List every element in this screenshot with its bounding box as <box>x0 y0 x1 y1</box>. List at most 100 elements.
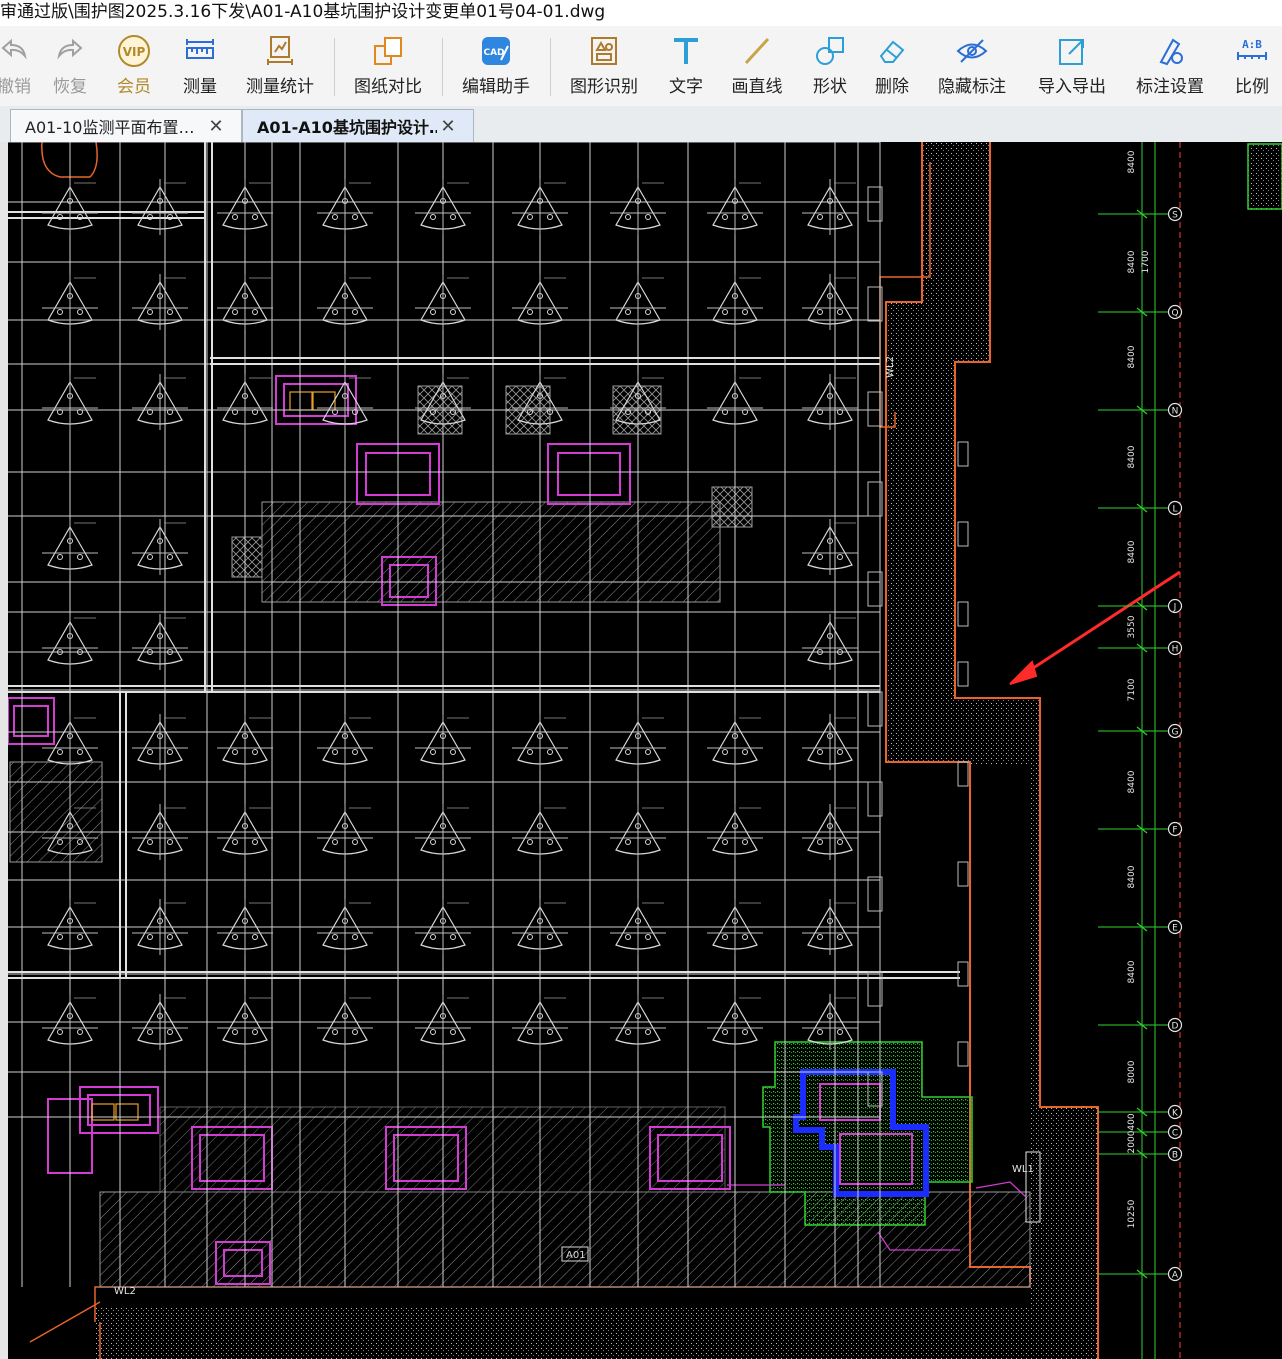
pile-circle <box>57 1029 63 1035</box>
pile-cap-symbol <box>610 179 666 235</box>
line-icon <box>744 37 770 65</box>
tab-retaining-design[interactable]: A01-A10基坑围护设计… ✕ <box>242 109 474 142</box>
axis-bubble-label: B <box>1172 1151 1178 1161</box>
draw-line-button[interactable]: 画直线 <box>728 34 786 104</box>
pile-cap-symbol <box>512 714 568 770</box>
toolbar-separator <box>442 38 443 96</box>
pile-circle <box>527 309 533 315</box>
pile-circle <box>167 1029 173 1035</box>
redo-button[interactable]: 恢复 <box>50 34 90 104</box>
pile-circle <box>352 309 358 315</box>
pile-circle <box>167 839 173 845</box>
close-icon[interactable]: ✕ <box>205 116 227 137</box>
axis-bubble: S <box>1167 206 1183 222</box>
pile-cap-symbol <box>132 179 188 235</box>
pile-cap-symbol <box>42 179 98 235</box>
pit-boundary-line <box>29 1301 101 1343</box>
vip-button[interactable]: VIP 会员 <box>112 34 156 104</box>
pile-circle <box>57 554 63 560</box>
pile-circle <box>547 934 553 940</box>
pile-circle <box>645 839 651 845</box>
dimension-text: 1700 <box>1141 250 1151 273</box>
pile-circle <box>837 934 843 940</box>
pile-cap-symbol <box>42 274 98 330</box>
callout-label: WL1 <box>1012 1164 1034 1175</box>
undo-button[interactable]: 撤销 <box>0 34 34 104</box>
cad-edit-icon: CAD <box>482 37 510 65</box>
pile-circle <box>352 839 358 845</box>
pile-circle <box>77 554 83 560</box>
axis-bubble-label: H <box>1172 645 1179 655</box>
column-symbol <box>957 761 969 787</box>
axis-bubble: D <box>1167 1017 1183 1033</box>
measure-stats-button[interactable]: 测量统计 <box>244 34 316 104</box>
hide-annotation-button[interactable]: 隐藏标注 <box>936 34 1008 104</box>
vip-label: 会员 <box>117 77 151 97</box>
pile-circle <box>147 309 153 315</box>
pile-circle <box>232 934 238 940</box>
pile-cap-symbol <box>707 374 763 430</box>
pile-symbol-layer <box>42 179 969 1107</box>
pile-circle <box>547 839 553 845</box>
toolbar-separator <box>550 38 551 96</box>
pile-circle <box>252 839 258 845</box>
pile-circle <box>252 309 258 315</box>
pile-cap-symbol <box>802 519 858 575</box>
pile-circle <box>167 934 173 940</box>
delete-button[interactable]: 删除 <box>872 34 912 104</box>
pile-circle <box>450 934 456 940</box>
pile-circle <box>147 839 153 845</box>
pile-cap-symbol <box>132 714 188 770</box>
pile-circle <box>837 1029 843 1035</box>
axis-bubble-label: A <box>1172 1271 1179 1281</box>
pile-circle <box>77 749 83 755</box>
undo-label: 撤销 <box>0 77 31 97</box>
pile-circle <box>450 839 456 845</box>
pile-circle <box>645 309 651 315</box>
text-icon <box>674 38 698 64</box>
dimension-text: 8400 <box>1127 345 1137 368</box>
axis-bubble-label: C <box>1172 1129 1178 1139</box>
axis-bubble-label: Q <box>1171 309 1178 319</box>
hatched-slab <box>9 761 103 863</box>
pile-cap-symbol <box>512 274 568 330</box>
vip-text: VIP <box>123 45 146 59</box>
edit-assistant-button[interactable]: CAD 编辑助手 <box>460 34 532 104</box>
tab-monitoring-plan[interactable]: A01-10监测平面布置… ✕ <box>10 109 242 142</box>
pile-circle <box>625 934 631 940</box>
column-symbol <box>957 441 969 467</box>
shape-button[interactable]: 形状 <box>808 34 852 104</box>
pile-circle <box>332 214 338 220</box>
dimension-text: 8400 <box>1127 150 1137 173</box>
scale-button[interactable]: A:B 比例 <box>1232 34 1272 104</box>
shape-recognize-button[interactable]: 图形识别 <box>568 34 640 104</box>
scale-icon: A:B <box>1237 38 1267 60</box>
pile-circle <box>837 749 843 755</box>
pile-cap-symbol <box>132 274 188 330</box>
axis-bubble: K <box>1167 1104 1183 1120</box>
pile-circle <box>332 1029 338 1035</box>
pile-circle <box>645 749 651 755</box>
compare-button[interactable]: 图纸对比 <box>352 34 424 104</box>
pile-circle <box>817 309 823 315</box>
close-icon[interactable]: ✕ <box>437 116 459 137</box>
import-export-button[interactable]: 导入导出 <box>1036 34 1108 104</box>
axis-bubble: Q <box>1167 304 1183 320</box>
ruler-icon <box>186 39 214 59</box>
pile-circle <box>430 934 436 940</box>
pile-cap-symbol <box>802 374 858 430</box>
text-button[interactable]: 文字 <box>666 34 706 104</box>
dimension-text: 7100 <box>1127 678 1137 701</box>
cad-drawing-canvas[interactable]: S Q N L J H G F E D KC B A 8400 8400 1700 8400 8400 8400 3… <box>0 142 1282 1359</box>
equipment-symbol-group <box>91 391 336 1121</box>
dimension-text: 3550 <box>1127 615 1137 638</box>
dimension-text: 400 <box>1127 1113 1137 1130</box>
pile-circle <box>232 214 238 220</box>
measure-button[interactable]: 测量 <box>178 34 222 104</box>
dimension-text: 8000 <box>1127 1060 1137 1083</box>
axis-bubble: B <box>1167 1146 1183 1162</box>
annotation-settings-button[interactable]: 标注设置 <box>1134 34 1206 104</box>
undo-icon <box>1 38 27 60</box>
annotation-arrow-head <box>1009 660 1038 685</box>
pile-circle <box>147 554 153 560</box>
